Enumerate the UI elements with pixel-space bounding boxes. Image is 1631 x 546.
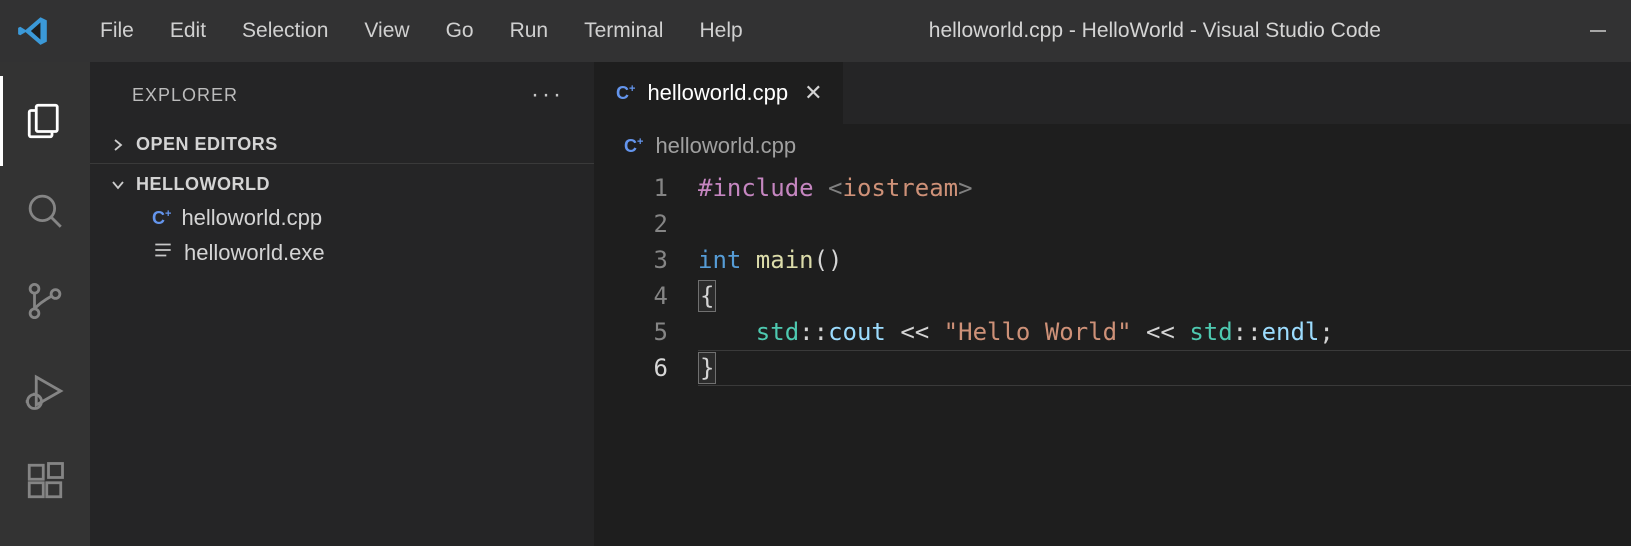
activity-bar bbox=[0, 62, 90, 546]
file-label: helloworld.cpp bbox=[181, 205, 322, 231]
editor-group: C+ helloworld.cpp ✕ C+ helloworld.cpp 12… bbox=[594, 62, 1631, 546]
exe-file-icon bbox=[152, 239, 174, 267]
code-editor[interactable]: 123456 #include <iostream>int main(){ st… bbox=[594, 168, 1631, 546]
breadcrumb[interactable]: C+ helloworld.cpp bbox=[594, 124, 1631, 168]
menu-help[interactable]: Help bbox=[681, 13, 760, 49]
window-title: helloworld.cpp - HelloWorld - Visual Stu… bbox=[761, 19, 1589, 43]
activity-source-control[interactable] bbox=[0, 256, 90, 346]
file-item-helloworld-exe[interactable]: helloworld.exe bbox=[90, 235, 594, 271]
folder-section[interactable]: HELLOWORLD bbox=[90, 168, 594, 201]
sidebar-title: EXPLORER bbox=[132, 85, 238, 106]
open-editors-label: OPEN EDITORS bbox=[136, 134, 278, 155]
menu-terminal[interactable]: Terminal bbox=[566, 13, 681, 49]
breadcrumb-label: helloworld.cpp bbox=[655, 133, 796, 159]
activity-run-debug[interactable] bbox=[0, 346, 90, 436]
line-number-gutter: 123456 bbox=[594, 168, 698, 546]
minimize-button[interactable] bbox=[1589, 22, 1607, 40]
chevron-right-icon bbox=[108, 137, 128, 153]
chevron-down-icon bbox=[108, 177, 128, 193]
menu-go[interactable]: Go bbox=[428, 13, 492, 49]
menu-view[interactable]: View bbox=[346, 13, 427, 49]
code-lines[interactable]: #include <iostream>int main(){ std::cout… bbox=[698, 168, 1631, 546]
activity-extensions[interactable] bbox=[0, 436, 90, 526]
menu-bar: File Edit Selection View Go Run Terminal… bbox=[82, 13, 761, 49]
title-bar: File Edit Selection View Go Run Terminal… bbox=[0, 0, 1631, 62]
close-tab-icon[interactable]: ✕ bbox=[800, 80, 826, 106]
vscode-logo-icon bbox=[16, 14, 50, 48]
open-editors-section[interactable]: OPEN EDITORS bbox=[90, 128, 594, 161]
file-item-helloworld-cpp[interactable]: C+ helloworld.cpp bbox=[90, 201, 594, 235]
folder-label: HELLOWORLD bbox=[136, 174, 270, 195]
tab-label: helloworld.cpp bbox=[647, 80, 788, 106]
cpp-file-icon: C+ bbox=[624, 136, 643, 157]
menu-selection[interactable]: Selection bbox=[224, 13, 346, 49]
menu-file[interactable]: File bbox=[82, 13, 152, 49]
activity-search[interactable] bbox=[0, 166, 90, 256]
menu-edit[interactable]: Edit bbox=[152, 13, 224, 49]
file-label: helloworld.exe bbox=[184, 240, 325, 266]
activity-explorer[interactable] bbox=[0, 76, 90, 166]
cpp-file-icon: C+ bbox=[616, 83, 635, 104]
sidebar-more-icon[interactable]: ··· bbox=[531, 81, 564, 109]
editor-tabs: C+ helloworld.cpp ✕ bbox=[594, 62, 1631, 124]
menu-run[interactable]: Run bbox=[492, 13, 567, 49]
window-controls bbox=[1589, 22, 1615, 40]
cpp-file-icon: C+ bbox=[152, 208, 171, 229]
tab-helloworld-cpp[interactable]: C+ helloworld.cpp ✕ bbox=[594, 62, 844, 124]
explorer-sidebar: EXPLORER ··· OPEN EDITORS HELLOWORLD C+ … bbox=[90, 62, 594, 546]
